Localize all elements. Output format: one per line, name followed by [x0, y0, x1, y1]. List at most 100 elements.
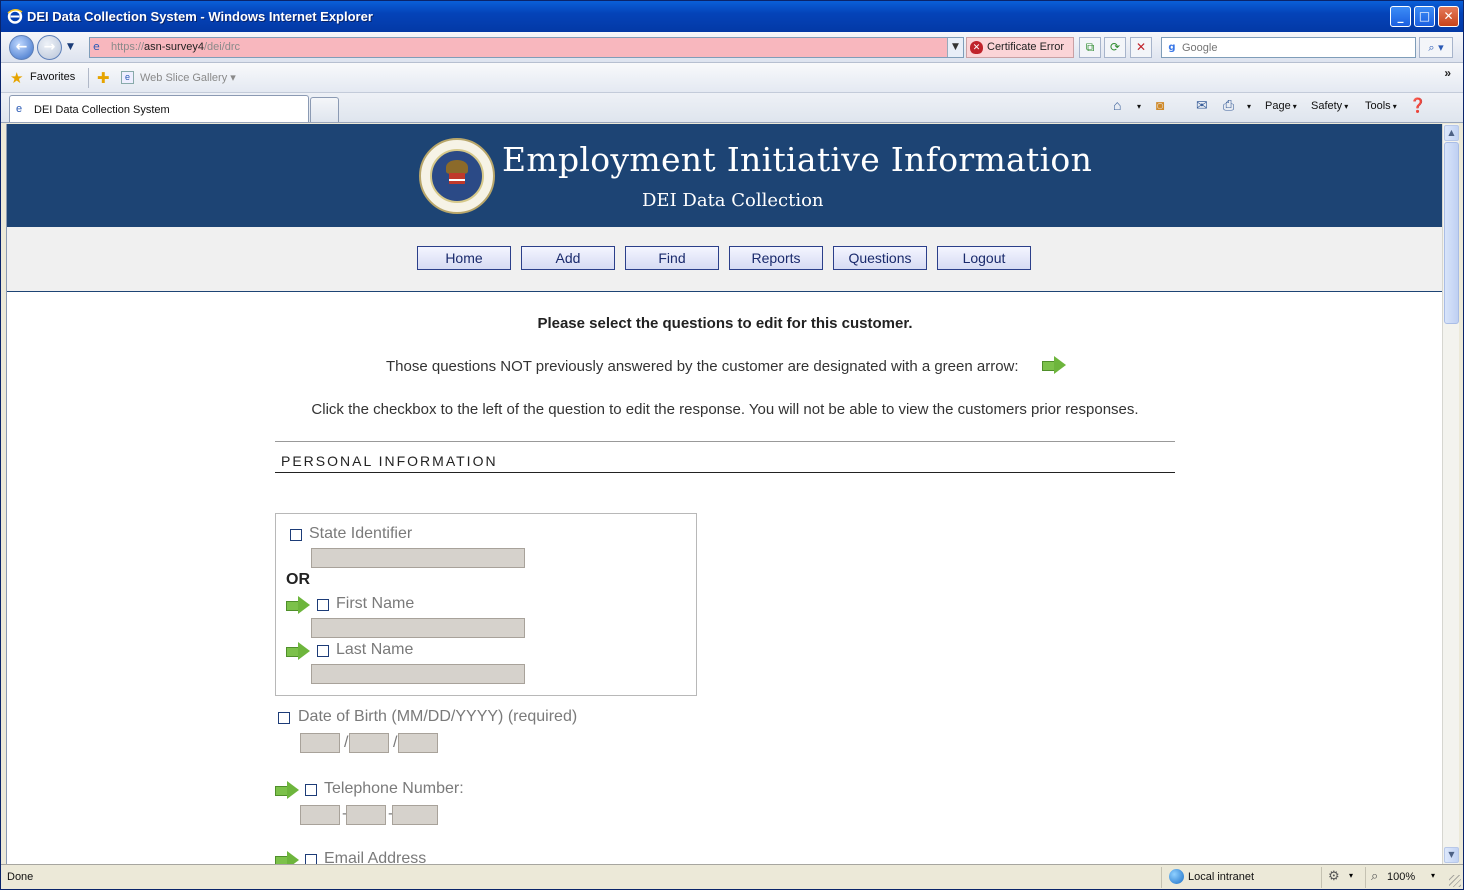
- section-divider: [275, 472, 1175, 473]
- google-icon: g: [1168, 42, 1176, 53]
- refresh-button[interactable]: ⟳: [1104, 37, 1126, 58]
- telephone-checkbox[interactable]: [305, 784, 317, 796]
- last-name-input[interactable]: [311, 664, 525, 684]
- divider: [1365, 867, 1366, 888]
- status-bar: Done Local intranet ⚙ ▾ ⌕ 100% ▾: [1, 864, 1463, 889]
- forward-button[interactable]: →: [37, 35, 62, 60]
- protected-mode-dropdown[interactable]: ▾: [1349, 871, 1353, 880]
- first-name-checkbox[interactable]: [317, 599, 329, 611]
- dob-checkbox[interactable]: [278, 712, 290, 724]
- feeds-icon[interactable]: ◙: [1156, 97, 1164, 113]
- divider: [1161, 867, 1162, 888]
- scroll-down-button[interactable]: ▼: [1444, 847, 1459, 863]
- add-button[interactable]: Add: [521, 246, 615, 270]
- title-bar: DEI Data Collection System - Windows Int…: [1, 1, 1463, 32]
- email-label: Email Address: [324, 850, 427, 864]
- telephone-area-input[interactable]: [300, 805, 340, 825]
- green-arrow-icon: [286, 596, 310, 614]
- home-icon[interactable]: ⌂: [1113, 97, 1121, 113]
- home-button[interactable]: Home: [417, 246, 511, 270]
- find-button[interactable]: Find: [625, 246, 719, 270]
- print-icon[interactable]: ⎙: [1223, 97, 1234, 114]
- or-label: OR: [286, 571, 310, 588]
- last-name-label: Last Name: [336, 641, 414, 658]
- recent-pages-dropdown[interactable]: ▼: [67, 42, 74, 52]
- checkbox-note: Click the checkbox to the left of the qu…: [311, 401, 1139, 418]
- chevron-more-icon[interactable]: »: [1444, 66, 1451, 80]
- resize-grip[interactable]: [1449, 875, 1461, 887]
- scroll-thumb[interactable]: [1444, 142, 1459, 324]
- protected-mode-icon[interactable]: ⚙: [1328, 868, 1340, 884]
- safety-menu[interactable]: Safety ▾: [1311, 100, 1348, 112]
- intranet-globe-icon: [1169, 869, 1184, 884]
- compatibility-view-button[interactable]: ⧉: [1079, 37, 1101, 58]
- main-menu: Home Add Find Reports Questions Logout: [7, 227, 1442, 292]
- dob-month-input[interactable]: [300, 733, 340, 753]
- back-button[interactable]: ←: [9, 35, 34, 60]
- section-title: PERSONAL INFORMATION: [281, 453, 498, 469]
- close-button[interactable]: ✕: [1438, 6, 1459, 27]
- new-tab-button[interactable]: [310, 97, 339, 122]
- first-name-input[interactable]: [311, 618, 525, 638]
- telephone-label: Telephone Number:: [324, 780, 464, 797]
- shield-error-icon: ✕: [970, 41, 983, 54]
- maximize-button[interactable]: □: [1414, 6, 1435, 27]
- scroll-up-button[interactable]: ▲: [1444, 125, 1459, 141]
- certificate-error-button[interactable]: ✕ Certificate Error: [966, 37, 1074, 58]
- email-checkbox[interactable]: [305, 854, 317, 864]
- address-toolbar: ← → ▼ e https://asn-survey4/dei/drc ▼ ✕ …: [1, 32, 1463, 63]
- state-identifier-input[interactable]: [311, 548, 525, 568]
- minimize-button[interactable]: _: [1390, 6, 1411, 27]
- green-arrow-icon: [286, 642, 310, 660]
- telephone-prefix-input[interactable]: [346, 805, 386, 825]
- telephone-line-input[interactable]: [392, 805, 438, 825]
- add-to-favorites-bar-icon[interactable]: ✚: [97, 69, 110, 87]
- print-dropdown[interactable]: ▾: [1245, 100, 1251, 112]
- zoom-icon[interactable]: ⌕: [1371, 868, 1378, 884]
- page-menu[interactable]: Page ▾: [1265, 100, 1297, 112]
- dob-year-input[interactable]: [398, 733, 438, 753]
- vertical-scrollbar[interactable]: ▲ ▼: [1442, 124, 1459, 864]
- tab-dei-data-collection[interactable]: e DEI Data Collection System: [9, 95, 309, 122]
- page-icon: e: [16, 103, 23, 115]
- tools-menu[interactable]: Tools ▾: [1365, 100, 1397, 112]
- state-identifier-checkbox[interactable]: [290, 529, 302, 541]
- stop-button[interactable]: ✕: [1130, 37, 1152, 58]
- dob-day-input[interactable]: [349, 733, 389, 753]
- help-icon[interactable]: ❓: [1409, 97, 1426, 114]
- green-arrow-icon: [275, 781, 299, 799]
- reports-button[interactable]: Reports: [729, 246, 823, 270]
- ie-logo-icon: [7, 9, 23, 24]
- page-icon: e: [93, 40, 100, 53]
- status-text: Done: [7, 871, 34, 883]
- divider: [88, 68, 89, 88]
- search-box[interactable]: g: [1161, 37, 1416, 58]
- favorites-star-icon: ★: [10, 70, 24, 87]
- page-heading: Please select the questions to edit for …: [537, 315, 913, 332]
- search-button[interactable]: ⌕ ▾: [1419, 37, 1453, 58]
- last-name-checkbox[interactable]: [317, 645, 329, 657]
- address-bar[interactable]: e https://asn-survey4/dei/drc ▼: [89, 37, 964, 58]
- home-dropdown[interactable]: ▾: [1135, 100, 1141, 112]
- back-arrow-icon: ←: [15, 39, 28, 55]
- web-slice-icon: e: [121, 71, 134, 84]
- site-subtitle: DEI Data Collection: [642, 190, 824, 211]
- favorites-button[interactable]: Favorites: [30, 71, 75, 83]
- security-zone: Local intranet: [1188, 871, 1255, 883]
- dob-label: Date of Birth (MM/DD/YYYY) (required): [298, 708, 578, 725]
- dob-separator: /: [393, 734, 398, 751]
- address-dropdown-button[interactable]: ▼: [947, 38, 963, 57]
- search-input[interactable]: [1182, 40, 1412, 55]
- refresh-icon: ⟳: [1109, 40, 1121, 54]
- questions-button[interactable]: Questions: [833, 246, 927, 270]
- web-slice-gallery-link[interactable]: Web Slice Gallery ▾: [140, 71, 236, 84]
- mail-icon[interactable]: ✉: [1196, 97, 1208, 114]
- identifier-group: State Identifier OR First Name Last Name: [275, 513, 697, 696]
- zoom-level[interactable]: 100%: [1387, 871, 1415, 883]
- logout-button[interactable]: Logout: [937, 246, 1031, 270]
- address-url[interactable]: https://asn-survey4/dei/drc: [111, 41, 240, 53]
- section-divider: [275, 441, 1175, 442]
- site-banner: Employment Initiative Information DEI Da…: [7, 124, 1442, 227]
- state-identifier-label: State Identifier: [309, 525, 413, 542]
- zoom-dropdown[interactable]: ▾: [1431, 871, 1435, 880]
